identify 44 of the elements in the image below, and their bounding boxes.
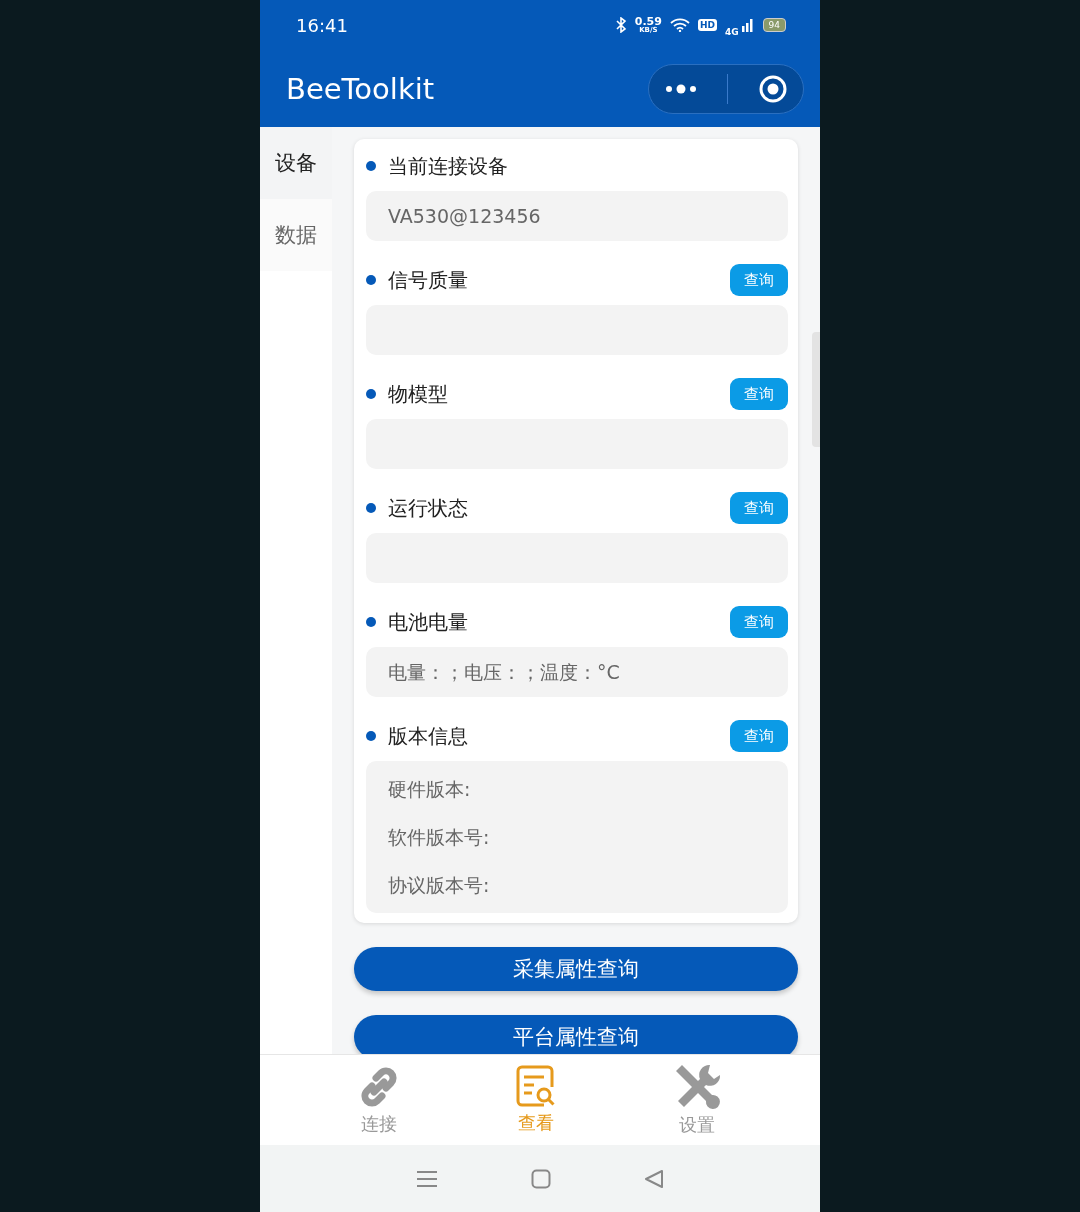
- clock-time: 16:41: [296, 14, 348, 36]
- query-action-button[interactable]: 采集属性查询: [354, 947, 798, 991]
- info-label: 软件版本号:: [388, 825, 490, 850]
- signal-icon: [740, 18, 755, 32]
- info-label: 硬件版本:: [388, 777, 471, 802]
- query-button[interactable]: 查询: [730, 720, 788, 752]
- more-icon[interactable]: [663, 82, 698, 95]
- query-button[interactable]: 查询: [730, 606, 788, 638]
- network-type: 4G: [724, 27, 739, 37]
- sidebar-item[interactable]: 设备: [260, 127, 332, 199]
- tab-item[interactable]: 设置: [670, 1063, 724, 1137]
- section-title: 当前连接设备: [388, 152, 509, 180]
- query-button[interactable]: 查询: [730, 492, 788, 524]
- hd-badge: HD: [697, 19, 717, 31]
- bullet-icon: [366, 275, 376, 285]
- menu-icon[interactable]: [416, 1169, 439, 1188]
- section-title: 运行状态: [388, 494, 469, 522]
- bullet-icon: [366, 389, 376, 399]
- wifi-icon: [669, 18, 690, 32]
- close-target-icon[interactable]: [758, 73, 789, 104]
- home-icon[interactable]: [531, 1168, 551, 1189]
- back-icon[interactable]: [643, 1168, 664, 1189]
- section-title: 电池电量: [388, 608, 469, 636]
- speed-value: 0.59: [634, 16, 662, 27]
- scrollbar[interactable]: [812, 332, 820, 447]
- query-button[interactable]: 查询: [730, 264, 788, 296]
- bullet-icon: [366, 503, 376, 513]
- field-value: 电量：；电压：；温度：°C: [388, 660, 620, 685]
- section-title: 物模型: [388, 380, 449, 408]
- info-label: 协议版本号:: [388, 873, 490, 898]
- section-title: 信号质量: [388, 266, 469, 294]
- query-action-button[interactable]: 平台属性查询: [354, 1015, 798, 1054]
- field-value: VA530@123456: [388, 204, 541, 229]
- tab-item[interactable]: 查看: [514, 1065, 558, 1135]
- section-title: 版本信息: [388, 722, 469, 750]
- bullet-icon: [366, 731, 376, 741]
- sidebar-item[interactable]: 数据: [260, 199, 332, 271]
- bullet-icon: [366, 617, 376, 627]
- app-title: BeeToolkit: [286, 71, 435, 106]
- tab-item[interactable]: 连接: [356, 1064, 402, 1136]
- bullet-icon: [366, 161, 376, 171]
- query-button[interactable]: 查询: [730, 378, 788, 410]
- bluetooth-icon: [614, 17, 627, 33]
- battery-level: 94: [762, 18, 786, 32]
